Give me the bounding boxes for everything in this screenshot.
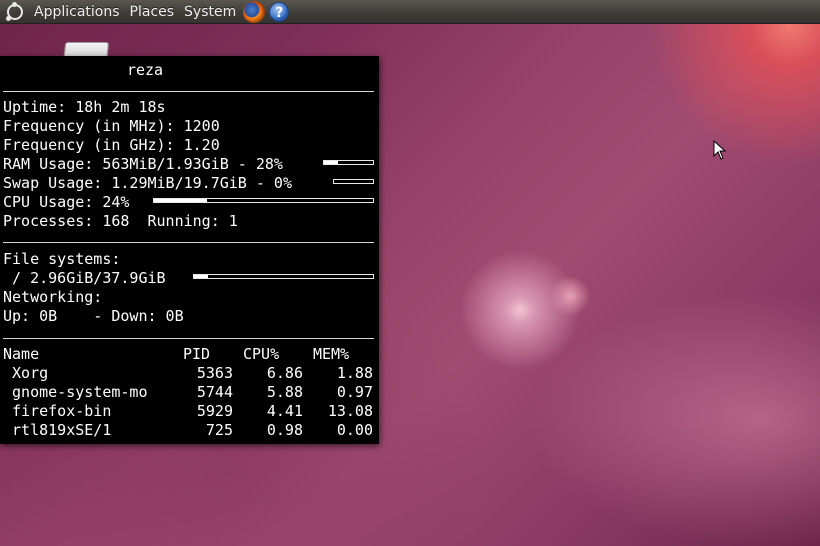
ram-bar	[323, 160, 374, 165]
conky-title: reza	[126, 61, 164, 79]
process-mem: 13.08	[327, 402, 373, 420]
mouse-cursor-icon	[713, 140, 727, 160]
ram-text: RAM Usage: 563MiB/1.93GiB - 28%	[3, 155, 283, 173]
process-cpu: 0.98	[266, 421, 303, 439]
process-name: gnome-system-mo	[3, 383, 148, 401]
col-header-pid: PID	[183, 345, 211, 363]
divider	[3, 338, 374, 339]
conky-panel: reza Uptime: 18h 2m 18s Frequency (in MH…	[0, 56, 379, 444]
swap-bar	[333, 179, 374, 184]
swap-text: Swap Usage: 1.29MiB/19.7GiB - 0%	[3, 174, 292, 192]
top-panel: Applications Places System ?	[0, 0, 820, 24]
help-icon[interactable]: ?	[269, 1, 290, 22]
cpu-bar-fill	[154, 199, 207, 202]
process-cpu: 6.86	[266, 364, 303, 382]
fs-header: File systems:	[3, 250, 121, 268]
process-name: Xorg	[3, 364, 49, 382]
process-cpu: 5.88	[266, 383, 303, 401]
process-mem: 1.88	[336, 364, 373, 382]
freq-ghz-text: Frequency (in GHz): 1.20	[3, 136, 220, 154]
fs-root-text: / 2.96GiB/37.9GiB	[3, 269, 166, 287]
ubuntu-logo-icon[interactable]	[6, 1, 23, 21]
col-header-cpu: CPU%	[243, 345, 280, 363]
net-header: Networking:	[3, 288, 103, 306]
process-mem: 0.00	[336, 421, 373, 439]
process-mem: 0.97	[336, 383, 373, 401]
col-header-name: Name	[3, 345, 40, 363]
process-pid: 5363	[196, 364, 233, 382]
process-pid: 5929	[196, 402, 233, 420]
ram-bar-fill	[324, 161, 338, 164]
divider	[3, 91, 374, 92]
menu-places[interactable]: Places	[125, 0, 180, 24]
menu-system[interactable]: System	[179, 0, 241, 24]
process-pid: 5744	[196, 383, 233, 401]
fs-bar	[193, 274, 374, 279]
firefox-icon[interactable]	[243, 0, 266, 23]
cpu-text: CPU Usage: 24%	[3, 193, 130, 211]
process-name: firefox-bin	[3, 402, 112, 420]
menu-applications[interactable]: Applications	[29, 0, 125, 24]
cpu-bar	[153, 198, 374, 203]
fs-bar-fill	[194, 275, 209, 278]
divider	[3, 242, 374, 243]
processes-text: Processes: 168 Running: 1	[3, 212, 238, 230]
process-pid: 725	[205, 421, 233, 439]
net-text: Up: 0B - Down: 0B	[3, 307, 184, 325]
freq-mhz-text: Frequency (in MHz): 1200	[3, 117, 220, 135]
process-name: rtl819xSE/1	[3, 421, 112, 439]
process-cpu: 4.41	[266, 402, 303, 420]
uptime-text: Uptime: 18h 2m 18s	[3, 98, 166, 116]
col-header-mem: MEM%	[313, 345, 350, 363]
